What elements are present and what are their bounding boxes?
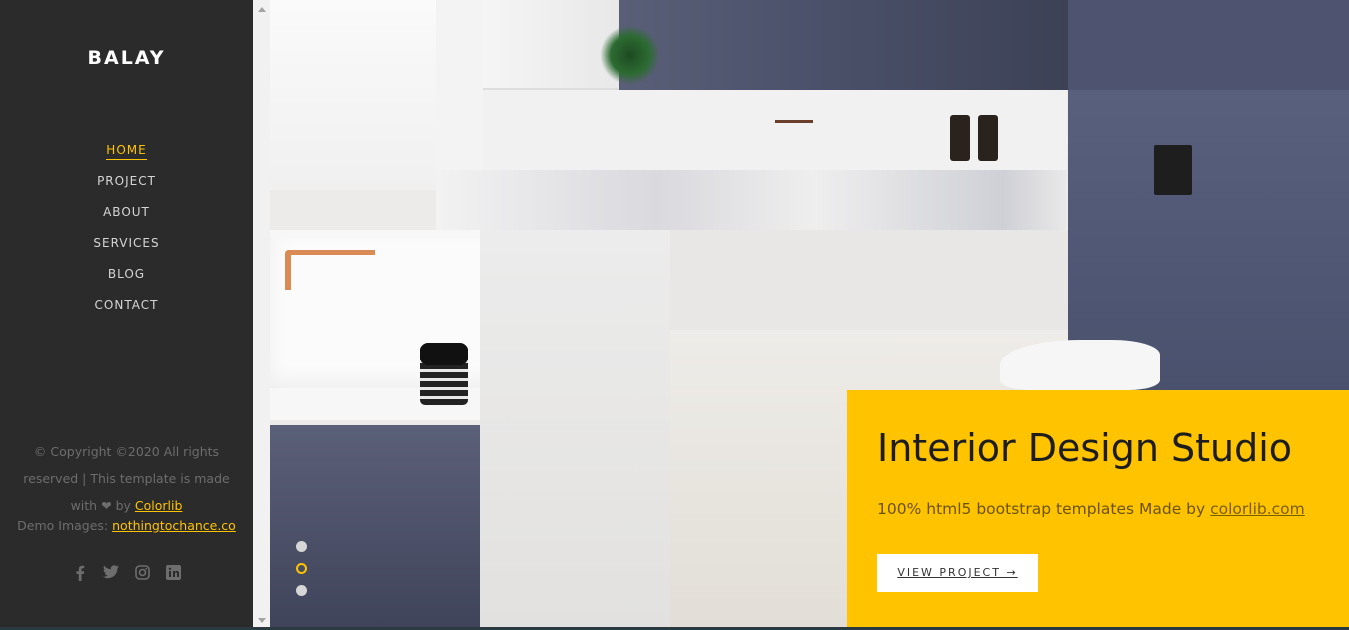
scroll-up-icon[interactable]	[258, 7, 266, 12]
hero-image-window	[270, 0, 436, 190]
hero-image-niche	[670, 230, 1068, 340]
linkedin-icon[interactable]	[163, 564, 183, 583]
heart-icon: ❤	[101, 498, 112, 513]
copyright-line-1: © Copyright ©2020 All rights	[33, 444, 220, 459]
nav-link-services[interactable]: SERVICES	[93, 236, 159, 252]
nav-item-about: ABOUT	[0, 201, 253, 232]
twitter-icon[interactable]	[101, 564, 121, 583]
hero-image-marble	[436, 170, 1066, 230]
nav-link-contact[interactable]: CONTACT	[95, 298, 159, 314]
nav-link-home[interactable]: HOME	[106, 143, 147, 160]
sidebar-scrollbar[interactable]	[253, 0, 270, 630]
hero-image-step	[480, 230, 670, 627]
hero-image-tap	[775, 120, 813, 140]
main-nav: HOME PROJECT ABOUT SERVICES BLOG CONTACT	[0, 139, 253, 325]
nav-item-contact: CONTACT	[0, 294, 253, 325]
nav-link-about[interactable]: ABOUT	[103, 205, 150, 221]
nav-item-project: PROJECT	[0, 170, 253, 201]
hero-image-cabinet	[1068, 0, 1349, 90]
hero-image-faucet	[285, 250, 375, 290]
hero-image-jar-lid	[420, 343, 468, 365]
view-project-button[interactable]: VIEW PROJECT →	[877, 554, 1038, 592]
hero-image-mirror-dark	[619, 0, 1069, 90]
hero-subtitle-text: 100% html5 bootstrap templates Made by	[877, 500, 1206, 518]
facebook-icon[interactable]	[70, 565, 90, 583]
slider-dot-1[interactable]	[296, 541, 307, 552]
with-text: with	[70, 498, 98, 513]
nav-item-blog: BLOG	[0, 263, 253, 294]
hero-image-bottle	[950, 115, 970, 161]
hero-subtitle: 100% html5 bootstrap templates Made by c…	[877, 500, 1305, 518]
view-project-label: VIEW PROJECT	[897, 566, 1001, 579]
colorlib-link[interactable]: Colorlib	[135, 498, 183, 513]
copyright-line-2: reserved | This template is made	[23, 471, 230, 486]
social-links	[0, 563, 253, 583]
nav-item-services: SERVICES	[0, 232, 253, 263]
demo-images-label: Demo Images:	[17, 518, 109, 533]
hero-title: Interior Design Studio	[877, 426, 1293, 470]
hero-image-toilet	[1000, 340, 1160, 390]
scroll-down-icon[interactable]	[258, 618, 266, 623]
demo-images-line: Demo Images: nothingtochance.co	[15, 516, 238, 536]
hero-subtitle-link[interactable]: colorlib.com	[1210, 500, 1305, 518]
slider-pagination	[296, 541, 310, 607]
hero-image-mirror	[483, 0, 619, 90]
sidebar-footer: © Copyright ©2020 All rights reserved | …	[15, 438, 238, 536]
brand-logo[interactable]: BALAY	[0, 47, 253, 69]
demo-images-link[interactable]: nothingtochance.co	[112, 518, 236, 533]
slider-dot-2-active[interactable]	[296, 563, 307, 574]
hero-image-flush-plate	[1154, 145, 1192, 195]
copyright-line-3: with ❤ by Colorlib	[15, 492, 238, 519]
hero-image-plant	[600, 25, 660, 85]
instagram-icon[interactable]	[132, 564, 152, 583]
slider-dot-3[interactable]	[296, 585, 307, 596]
nav-link-project[interactable]: PROJECT	[97, 174, 156, 190]
nav-link-blog[interactable]: BLOG	[108, 267, 145, 283]
hero-image-bottle	[978, 115, 998, 161]
arrow-right-icon: →	[1006, 566, 1018, 579]
sidebar: BALAY HOME PROJECT ABOUT SERVICES BLOG C…	[0, 0, 253, 630]
by-text: by	[115, 498, 131, 513]
nav-item-home: HOME	[0, 139, 253, 170]
hero-caption-card: Interior Design Studio 100% html5 bootst…	[847, 390, 1349, 627]
